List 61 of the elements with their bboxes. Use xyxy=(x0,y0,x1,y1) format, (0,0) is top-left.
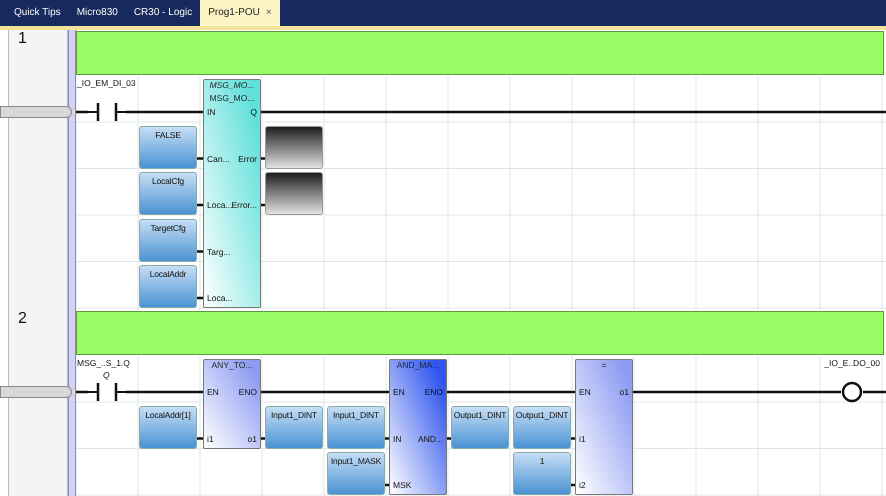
output-pin-label: ENO xyxy=(424,388,443,396)
contact-label: MSG_..S_1.Q xyxy=(77,359,130,368)
variable-block: 1 xyxy=(513,452,571,495)
coil-symbol xyxy=(842,382,862,402)
pin-wire xyxy=(196,110,203,114)
pin-wire xyxy=(261,390,268,394)
rung-handle[interactable] xyxy=(0,386,72,398)
variable-block: Input1_MASK xyxy=(327,452,385,495)
contact-symbol xyxy=(88,383,126,401)
output-pin-label: ENO xyxy=(238,388,257,396)
variable-block: LocalCfg xyxy=(139,172,197,215)
output-pin-label: o1 xyxy=(620,388,629,396)
output-pin-label: AND... xyxy=(418,434,443,443)
output-pin-label: o1 xyxy=(248,434,257,443)
variable-block: Output1_DINT xyxy=(451,406,509,448)
contact-sublabel: Q xyxy=(103,371,110,380)
tab[interactable]: Quick Tips xyxy=(6,0,69,26)
variable-block: Input1_DINT xyxy=(265,406,323,448)
tab[interactable]: Prog1-POU × xyxy=(200,0,280,26)
contact-symbol xyxy=(88,103,126,121)
output-pin-label: Q xyxy=(250,108,257,116)
block-type-name: MSG_MO... xyxy=(208,94,256,102)
coil-label: _IO_E..DO_00 xyxy=(824,359,880,368)
contact-label: _IO_EM_DI_03 xyxy=(77,79,136,88)
input-pin-label: EN xyxy=(579,388,591,396)
rung-number: 2 xyxy=(18,311,27,327)
output-pin-label: Error... xyxy=(231,201,257,210)
variable-block: LocalAddr xyxy=(139,265,197,308)
variable-block: Output1_DINT xyxy=(513,406,571,448)
tab[interactable]: CR30 - Logic xyxy=(126,0,200,26)
input-pin-label: Loca... xyxy=(207,294,233,302)
pin-wire xyxy=(261,110,268,114)
input-pin-label: Loca... xyxy=(207,201,233,210)
variable-block: TargetCfg xyxy=(139,218,197,262)
input-pin-label: i2 xyxy=(579,481,586,490)
block-instance-name: MSG_MO... xyxy=(208,81,256,90)
input-pin-label: i1 xyxy=(207,434,214,443)
rung-number: 1 xyxy=(18,31,27,47)
pin-wire xyxy=(447,390,454,394)
variable-block: Input1_DINT xyxy=(327,406,385,448)
rung-handle[interactable] xyxy=(0,106,72,118)
input-pin-label: MSK xyxy=(393,481,412,490)
input-pin-label: IN xyxy=(393,434,402,443)
pin-wire xyxy=(196,390,203,394)
pin-wire xyxy=(633,390,640,394)
block-type-name: AND_MA... xyxy=(396,361,440,370)
pin-wire xyxy=(568,390,575,394)
block-type-name: = xyxy=(600,361,608,370)
input-pin-label: IN xyxy=(207,108,216,116)
variable-block: FALSE xyxy=(139,126,197,168)
output-pin-label: Error xyxy=(238,154,257,163)
variable-block: LocalAddr[1] xyxy=(139,406,197,448)
input-pin-label: EN xyxy=(207,388,219,396)
input-pin-label: Can... xyxy=(207,154,230,163)
close-icon[interactable]: × xyxy=(266,7,272,18)
input-pin-label: EN xyxy=(393,388,405,396)
input-pin-label: i1 xyxy=(579,434,586,443)
tab[interactable]: Micro830 xyxy=(68,0,126,26)
input-pin-label: Targ... xyxy=(207,248,231,256)
block-type-name: ANY_TO... xyxy=(210,361,254,370)
pin-wire xyxy=(382,390,389,394)
